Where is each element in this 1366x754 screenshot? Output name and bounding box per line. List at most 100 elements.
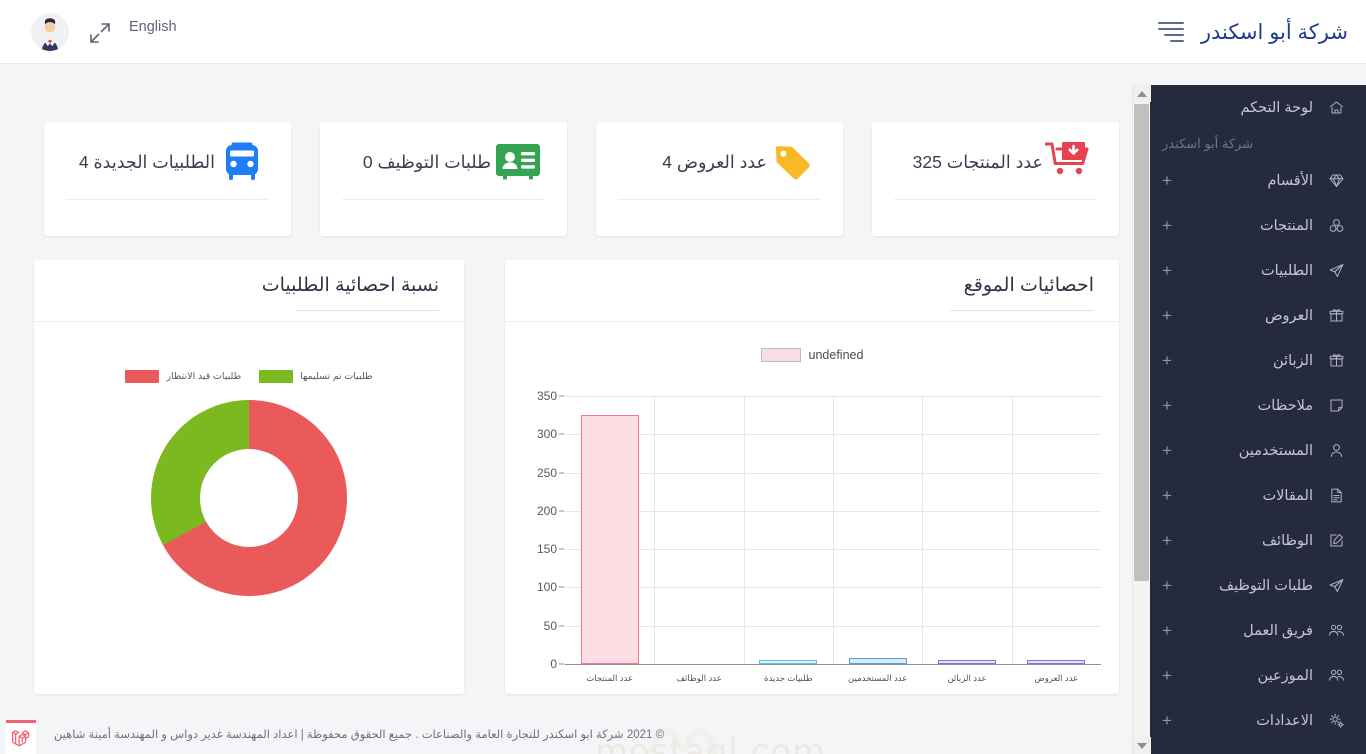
- legend-label: طلبيات قيد الانتظار: [166, 371, 242, 382]
- sidebar-item-6[interactable]: ملاحظات +: [1150, 383, 1366, 428]
- gridline-vertical: [833, 396, 834, 664]
- y-axis-tick: 300: [536, 427, 557, 442]
- expand-plus-icon[interactable]: +: [1162, 667, 1174, 684]
- y-axis-tick-mark: [559, 433, 564, 435]
- panel-header: احصائيات الموقع: [505, 260, 1119, 322]
- hamburger-menu-icon[interactable]: [1154, 18, 1184, 46]
- sidebar-item-label: الوظائف: [1262, 532, 1313, 549]
- expand-plus-icon[interactable]: +: [1162, 532, 1174, 549]
- sidebar-item-label: المقالات: [1262, 487, 1313, 504]
- sidebar-item-10[interactable]: طلبات التوظيف +: [1150, 563, 1366, 608]
- sidebar-item-11[interactable]: فريق العمل +: [1150, 608, 1366, 653]
- price-tag-icon: [767, 141, 821, 183]
- bar-chart[interactable]: 0 50 100 150 200 250 300 350 عدد المنتجات عدد الو…: [523, 389, 1101, 692]
- scroll-down-arrow-icon[interactable]: [1133, 737, 1151, 754]
- stat-card-2[interactable]: طلبات التوظيف 0: [320, 122, 567, 236]
- panel-title: احصائيات الموقع: [963, 275, 1094, 296]
- expand-plus-icon[interactable]: +: [1162, 262, 1174, 279]
- sidebar-item-1[interactable]: الأقسام +: [1150, 158, 1366, 203]
- y-axis-tick-mark: [559, 586, 564, 588]
- expand-plus-icon[interactable]: +: [1162, 712, 1174, 729]
- expand-plus-icon[interactable]: +: [1162, 577, 1174, 594]
- sidebar-item-7[interactable]: المستخدمين +: [1150, 428, 1366, 473]
- y-axis-tick-mark: [559, 395, 564, 397]
- x-axis-label-2: طلبيات جديدة: [763, 673, 813, 683]
- stat-card-1[interactable]: عدد العروض 4: [596, 122, 843, 236]
- sidebar-item-label: طلبات التوظيف: [1218, 577, 1313, 594]
- users-group-icon: [1324, 622, 1348, 639]
- panel-body: undefined 0 50 100 150 200 250 300 350 عدد المنت…: [505, 322, 1119, 694]
- fullscreen-icon[interactable]: [88, 21, 112, 45]
- sidebar-item-label: الاعدادات: [1256, 712, 1313, 729]
- panel-body: طلبيات تم تسليمها طلبيات قيد الانتظار: [34, 322, 464, 694]
- sidebar-brand-subtitle: شركة أبو اسكندر: [1162, 136, 1254, 151]
- cubes-icon: [1324, 217, 1348, 234]
- x-axis-label-5: عدد العروض: [1034, 673, 1079, 683]
- language-label[interactable]: English: [129, 19, 177, 35]
- divider: [618, 199, 821, 200]
- sidebar-item-label: الطلبيات: [1261, 262, 1313, 279]
- content-scrollbar[interactable]: [1132, 85, 1151, 754]
- y-axis-tick: 250: [536, 465, 557, 480]
- y-axis-tick-mark: [559, 663, 564, 665]
- divider: [342, 199, 545, 200]
- id-card-icon: [491, 143, 545, 181]
- shopping-cart-download-icon: [1043, 141, 1097, 183]
- donut-legend-item-1[interactable]: طلبيات قيد الانتظار: [125, 370, 241, 383]
- expand-plus-icon[interactable]: +: [1162, 352, 1174, 369]
- sidebar-item-4[interactable]: العروض +: [1150, 293, 1366, 338]
- stat-card-head: الطلبيات الجديدة 4: [66, 138, 269, 186]
- bus-icon: [215, 141, 269, 183]
- sidebar-item-2[interactable]: المنتجات +: [1150, 203, 1366, 248]
- bar-4[interactable]: [938, 660, 996, 664]
- expand-plus-icon[interactable]: +: [1162, 307, 1174, 324]
- main-content: عدد المنتجات 325 عدد العروض 4 طلبات التوظي…: [0, 64, 1150, 754]
- diamond-icon: [1324, 172, 1348, 189]
- gift-icon: [1324, 352, 1348, 369]
- brand-title: شركة أبو اسكندر: [1200, 20, 1348, 44]
- expand-plus-icon[interactable]: +: [1162, 172, 1174, 189]
- paper-plane-icon: [1324, 262, 1348, 279]
- sidebar-item-13[interactable]: الاعدادات +: [1150, 698, 1366, 743]
- donut-legend-item-0[interactable]: طلبيات تم تسليمها: [259, 370, 373, 383]
- expand-plus-icon[interactable]: +: [1162, 442, 1174, 459]
- sidebar-item-0[interactable]: لوحة التحكم: [1150, 85, 1366, 130]
- sidebar-item-12[interactable]: الموزعين +: [1150, 653, 1366, 698]
- legend-swatch: [259, 370, 294, 383]
- expand-plus-icon[interactable]: +: [1162, 622, 1174, 639]
- stat-card-0[interactable]: عدد المنتجات 325: [872, 122, 1119, 236]
- laravel-logo-icon[interactable]: [6, 720, 36, 754]
- donut-chart[interactable]: [151, 400, 347, 596]
- stat-cards-row: عدد المنتجات 325 عدد العروض 4 طلبات التوظي…: [39, 122, 1119, 236]
- bar-0[interactable]: [580, 415, 639, 664]
- sidebar-item-9[interactable]: الوظائف +: [1150, 518, 1366, 563]
- panel-title: نسبة احصائية الطلبيات: [261, 275, 439, 296]
- y-axis-tick: 0: [550, 657, 557, 671]
- sidebar-item-5[interactable]: الزبائن +: [1150, 338, 1366, 383]
- expand-plus-icon[interactable]: +: [1162, 487, 1174, 504]
- expand-plus-icon[interactable]: +: [1162, 217, 1174, 234]
- bar-chart-legend[interactable]: undefined: [505, 348, 1119, 362]
- stat-card-label: الطلبيات الجديدة 4: [78, 151, 215, 172]
- donut-chart-wrap: [34, 400, 464, 596]
- sidebar-item-label: العروض: [1265, 307, 1313, 324]
- x-axis-label-1: عدد الوظائف: [676, 673, 722, 683]
- scroll-up-arrow-icon[interactable]: [1133, 85, 1151, 102]
- bar-5[interactable]: [1027, 660, 1086, 664]
- gridline-vertical: [1011, 396, 1013, 664]
- sidebar-item-3[interactable]: الطلبيات +: [1150, 248, 1366, 293]
- sidebar-item-label: الأقسام: [1267, 172, 1313, 189]
- stat-card-label: عدد العروض 4: [662, 151, 767, 172]
- scrollbar-thumb[interactable]: [1134, 104, 1149, 581]
- sidebar-item-8[interactable]: المقالات +: [1150, 473, 1366, 518]
- x-axis-line: [565, 664, 1101, 665]
- bar-3[interactable]: [848, 657, 907, 664]
- avatar[interactable]: [31, 13, 69, 51]
- y-axis-tick-mark: [559, 625, 564, 627]
- expand-plus-icon[interactable]: +: [1162, 397, 1174, 414]
- user-icon: [1324, 442, 1348, 459]
- site-statistics-panel: احصائيات الموقع undefined 0 50 100 150 200 25…: [505, 260, 1119, 694]
- sidebar-item-label: المنتجات: [1259, 217, 1313, 234]
- bar-2[interactable]: [759, 660, 818, 664]
- stat-card-3[interactable]: الطلبيات الجديدة 4: [44, 122, 291, 236]
